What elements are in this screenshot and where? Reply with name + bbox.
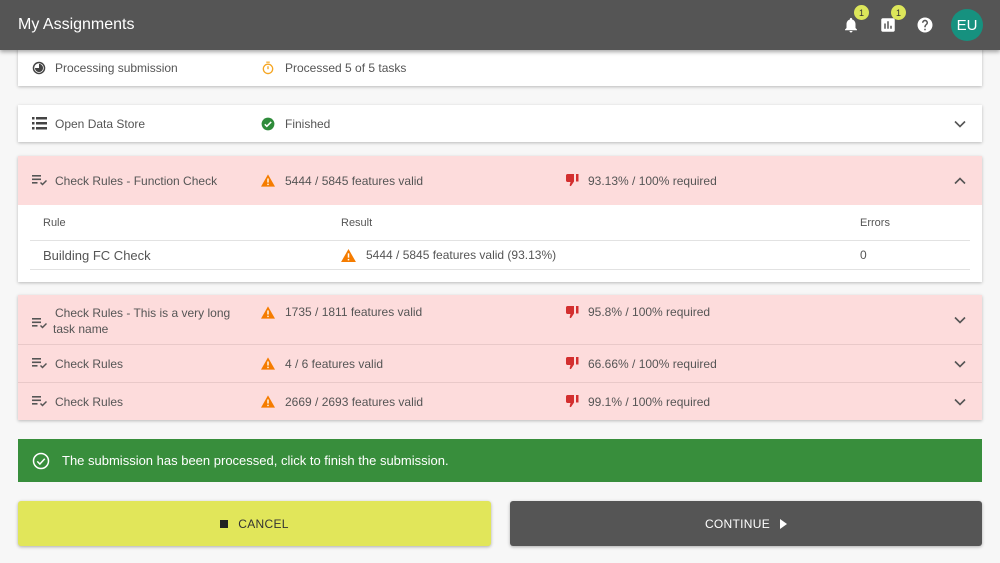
header-result: Result xyxy=(341,216,373,229)
chevron-down-icon[interactable] xyxy=(952,394,968,410)
task-status: 1735 / 1811 features valid xyxy=(285,305,423,319)
task-status: 2669 / 2693 features valid xyxy=(285,394,424,409)
help-button[interactable] xyxy=(913,13,937,37)
help-icon xyxy=(917,17,933,33)
task-header[interactable]: Check Rules - This is a very long task n… xyxy=(18,295,982,344)
timer-icon xyxy=(261,61,275,75)
task-header[interactable]: Check Rules - Function Check 5444 / 5845… xyxy=(18,156,982,205)
task-status: Finished xyxy=(285,116,331,131)
task-status: 5444 / 5845 features valid xyxy=(285,173,424,188)
stop-icon xyxy=(220,519,229,528)
chevron-down-icon[interactable] xyxy=(952,312,968,328)
task-requirement: 95.8% / 100% required xyxy=(588,305,711,319)
thumbs-down-icon xyxy=(566,305,582,319)
task-name: Check Rules xyxy=(55,356,124,371)
statistics-badge: 1 xyxy=(891,5,906,20)
processing-card: Processing submission Processed 5 of 5 t… xyxy=(18,48,982,86)
task-header[interactable]: Check Rules 2669 / 2693 features valid 9… xyxy=(18,383,982,420)
banner-message: The submission has been processed, click… xyxy=(62,453,449,468)
notifications-badge: 1 xyxy=(854,5,869,20)
warning-icon xyxy=(261,357,275,371)
rule-result: 5444 / 5845 features valid (93.13%) xyxy=(366,248,557,262)
success-banner[interactable]: The submission has been processed, click… xyxy=(18,439,982,482)
processing-status: Processed 5 of 5 tasks xyxy=(285,61,407,75)
chevron-up-icon[interactable] xyxy=(952,173,968,189)
task-requirement: 99.1% / 100% required xyxy=(588,394,711,409)
task-requirement: 93.13% / 100% required xyxy=(588,173,717,188)
task-card-open-data-store[interactable]: Open Data Store Finished xyxy=(18,105,982,142)
check-circle-icon xyxy=(261,117,275,131)
rule-check-icon xyxy=(31,173,47,189)
rule-check-icon xyxy=(31,394,47,410)
notifications-button[interactable]: 1 xyxy=(839,5,869,37)
progress-icon xyxy=(31,60,47,76)
task-name: Open Data Store xyxy=(55,116,146,131)
page-title: My Assignments xyxy=(18,16,135,33)
task-status: 4 / 6 features valid xyxy=(285,356,384,371)
app-bar: My Assignments 1 1 EU xyxy=(0,0,1000,50)
warning-icon xyxy=(261,305,275,319)
list-icon xyxy=(31,116,47,132)
rule-errors: 0 xyxy=(860,248,867,262)
rule-check-icon xyxy=(31,315,47,331)
task-group-check-rules: Check Rules - This is a very long task n… xyxy=(18,295,982,420)
warning-icon xyxy=(341,248,356,262)
rule-check-icon xyxy=(31,356,47,372)
continue-button[interactable]: CONTINUE xyxy=(510,501,982,546)
continue-label: CONTINUE xyxy=(704,516,771,531)
table-header: Rule Result Errors xyxy=(30,205,970,241)
thumbs-down-icon xyxy=(566,174,582,188)
task-name: Check Rules - This is a very long task n… xyxy=(53,306,231,336)
processing-label: Processing submission xyxy=(55,61,178,75)
header-errors: Errors xyxy=(860,216,890,229)
task-card-function-check: Check Rules - Function Check 5444 / 5845… xyxy=(18,156,982,282)
warning-icon xyxy=(261,174,275,188)
task-name: Check Rules xyxy=(55,394,124,409)
thumbs-down-icon xyxy=(566,395,582,409)
rules-table: Rule Result Errors Building FC Check 544… xyxy=(18,205,982,282)
statistics-button[interactable]: 1 xyxy=(876,5,906,37)
cancel-label: CANCEL xyxy=(238,516,289,531)
chevron-down-icon[interactable] xyxy=(952,116,968,132)
check-circle-outline-icon xyxy=(32,452,50,470)
warning-icon xyxy=(261,395,275,409)
task-name: Check Rules - Function Check xyxy=(55,173,218,188)
thumbs-down-icon xyxy=(566,357,582,371)
task-requirement: 66.66% / 100% required xyxy=(588,356,717,371)
task-header[interactable]: Check Rules 4 / 6 features valid 66.66% … xyxy=(18,345,982,382)
user-avatar[interactable]: EU xyxy=(951,9,983,41)
rule-name: Building FC Check xyxy=(43,247,151,263)
chevron-down-icon[interactable] xyxy=(952,356,968,372)
task-header[interactable]: Open Data Store Finished xyxy=(18,105,982,142)
play-icon xyxy=(780,518,788,529)
header-rule: Rule xyxy=(43,216,66,229)
cancel-button[interactable]: CANCEL xyxy=(18,501,491,546)
table-row: Building FC Check 5444 / 5845 features v… xyxy=(30,241,970,270)
